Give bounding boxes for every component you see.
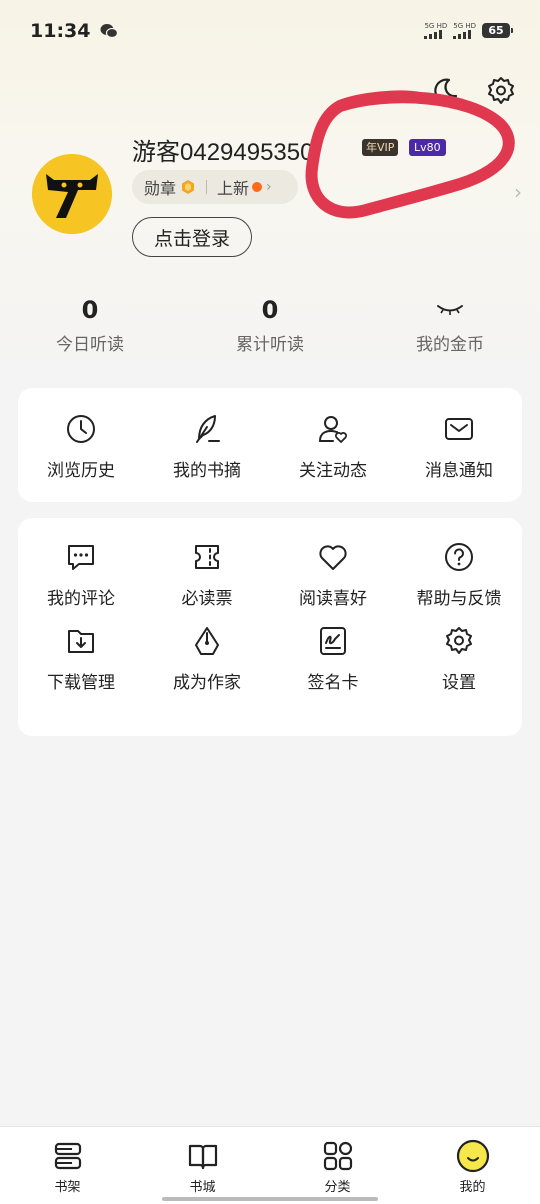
menu-signature-card[interactable]: 签名卡 — [270, 624, 396, 726]
feather-icon — [190, 412, 224, 446]
stat-my-coins[interactable]: 我的金币 — [360, 294, 540, 364]
bookshelf-icon — [51, 1139, 85, 1173]
ticket-icon — [190, 540, 224, 574]
menu-notifications[interactable]: 消息通知 — [396, 412, 522, 492]
settings-icon — [442, 624, 476, 658]
settings-gear-icon[interactable] — [484, 74, 518, 108]
level-badge: Lv80 — [409, 139, 446, 156]
signal-bars-icon — [424, 30, 443, 39]
vip-badge: 年VIP — [362, 139, 399, 156]
avatar[interactable] — [32, 154, 112, 234]
tab-mine[interactable]: 我的 — [405, 1127, 540, 1204]
cat-logo-icon — [32, 154, 112, 234]
menu-become-author[interactable]: 成为作家 — [144, 624, 270, 726]
header-actions — [428, 74, 518, 108]
medal-gem-icon — [182, 180, 195, 194]
menu-my-excerpts[interactable]: 我的书摘 — [144, 412, 270, 492]
menu-follow-updates[interactable]: 关注动态 — [270, 412, 396, 492]
tab-category[interactable]: 分类 — [270, 1127, 405, 1204]
battery-indicator: 65 — [482, 23, 513, 38]
help-icon — [442, 540, 476, 574]
home-indicator[interactable] — [162, 1197, 378, 1201]
menu-download-manager[interactable]: 下载管理 — [18, 624, 144, 726]
pen-nib-icon — [190, 624, 224, 658]
username: 游客0429495350 — [132, 139, 314, 166]
signal-2: 5G HD — [453, 22, 476, 39]
status-time: 11:34 — [30, 20, 91, 42]
tab-bookstore[interactable]: 书城 — [135, 1127, 270, 1204]
open-book-icon — [186, 1139, 220, 1173]
menu-settings[interactable]: 设置 — [396, 624, 522, 726]
envelope-icon — [442, 412, 476, 446]
menu-help-feedback[interactable]: 帮助与反馈 — [396, 540, 522, 622]
medal-pill[interactable]: 勋章 上新 › — [132, 170, 298, 204]
download-folder-icon — [64, 624, 98, 658]
tab-bookshelf[interactable]: 书架 — [0, 1127, 135, 1204]
signature-card-icon — [316, 624, 350, 658]
heart-icon — [316, 540, 350, 574]
medal-label: 勋章 — [144, 179, 177, 198]
status-bar: 11:34 5G HD 5G HD 65 — [0, 0, 540, 62]
stat-today-reading[interactable]: 0 今日听读 — [0, 294, 180, 364]
signal-bars-icon — [453, 30, 472, 39]
category-grid-icon — [321, 1139, 355, 1173]
profile-section[interactable]: 游客0429495350 年VIP Lv80 勋章 上新 › 点击登录 › — [32, 130, 522, 270]
menu-my-comments[interactable]: 我的评论 — [18, 540, 144, 622]
new-dot-indicator — [252, 182, 263, 192]
status-indicators: 5G HD 5G HD 65 — [424, 22, 513, 39]
chevron-right-icon[interactable]: › — [514, 180, 522, 204]
user-heart-icon — [316, 412, 350, 446]
stat-total-reading[interactable]: 0 累计听读 — [180, 294, 360, 364]
services-menu-card: 我的评论 必读票 阅读喜好 帮助与反馈 下载管理 成为作家 签名卡 设置 — [18, 518, 522, 736]
menu-reading-preferences[interactable]: 阅读喜好 — [270, 540, 396, 622]
eye-closed-icon[interactable] — [436, 294, 464, 326]
menu-must-read-ticket[interactable]: 必读票 — [144, 540, 270, 622]
new-label: 上新 — [217, 179, 250, 198]
clock-icon — [64, 412, 98, 446]
reading-stats: 0 今日听读 0 累计听读 我的金币 — [0, 294, 540, 364]
chevron-right-icon: › — [266, 179, 272, 195]
comment-icon — [64, 540, 98, 574]
bottom-navigation: 书架 书城 分类 我的 — [0, 1126, 540, 1204]
wechat-icon — [100, 24, 119, 39]
quick-menu-card: 浏览历史 我的书摘 关注动态 消息通知 — [18, 388, 522, 502]
menu-browse-history[interactable]: 浏览历史 — [18, 412, 144, 492]
moon-icon[interactable] — [428, 74, 462, 108]
signal-1: 5G HD — [424, 22, 447, 39]
smiley-avatar-icon — [456, 1139, 490, 1173]
divider — [206, 180, 208, 194]
login-button[interactable]: 点击登录 — [132, 217, 252, 257]
